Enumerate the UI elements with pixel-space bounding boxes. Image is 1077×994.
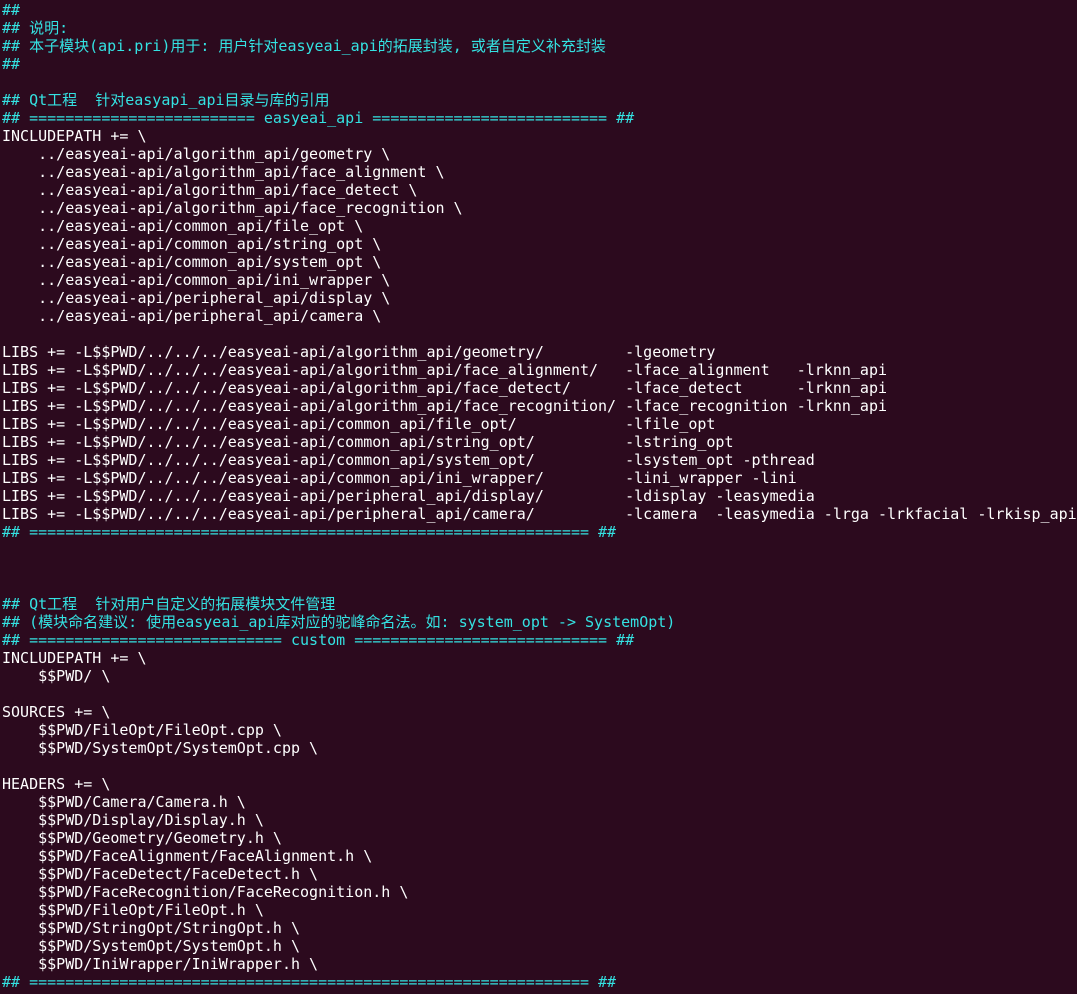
code-line: $$PWD/Camera/Camera.h \ (2, 793, 246, 811)
code-line: $$PWD/SystemOpt/SystemOpt.cpp \ (2, 739, 319, 757)
code-line: ../easyeai-api/common_api/file_opt \ (2, 217, 364, 235)
comment-line: ## 说明: (2, 19, 69, 37)
code-line: LIBS += -L$$PWD/../../../easyeai-api/alg… (2, 397, 888, 415)
comment-line: ## Qt工程 针对用户自定义的拓展模块文件管理 (2, 595, 336, 613)
code-line: $$PWD/Display/Display.h \ (2, 811, 264, 829)
code-line: HEADERS += \ (2, 775, 111, 793)
comment-line: ## (2, 1, 21, 19)
comment-line: ## (模块命名建议: 使用easyeai_api库对应的驼峰命名法。如: sy… (2, 613, 676, 631)
code-line: LIBS += -L$$PWD/../../../easyeai-api/alg… (2, 361, 888, 379)
code-line: $$PWD/FaceDetect/FaceDetect.h \ (2, 865, 319, 883)
code-line: ../easyeai-api/common_api/ini_wrapper \ (2, 271, 391, 289)
code-line: $$PWD/FaceRecognition/FaceRecognition.h … (2, 883, 409, 901)
code-line: $$PWD/ \ (2, 667, 111, 685)
code-line: ../easyeai-api/algorithm_api/face_detect… (2, 181, 418, 199)
code-line: LIBS += -L$$PWD/../../../easyeai-api/per… (2, 505, 1077, 523)
code-line: $$PWD/FileOpt/FileOpt.cpp \ (2, 721, 282, 739)
comment-line: ## ========================= easyeai_api… (2, 109, 635, 127)
comment-line: ## (2, 55, 21, 73)
code-line: ../easyeai-api/algorithm_api/face_recogn… (2, 199, 463, 217)
comment-line: ## =====================================… (2, 973, 617, 991)
code-line: $$PWD/SystemOpt/SystemOpt.h \ (2, 937, 301, 955)
comment-line: ## 本子模块(api.pri)用于: 用户针对easyeai_api的拓展封装… (2, 37, 606, 55)
code-line: ../easyeai-api/algorithm_api/geometry \ (2, 145, 391, 163)
code-line: LIBS += -L$$PWD/../../../easyeai-api/alg… (2, 343, 716, 361)
code-line: $$PWD/StringOpt/StringOpt.h \ (2, 919, 301, 937)
code-line: ../easyeai-api/common_api/string_opt \ (2, 235, 382, 253)
code-line: SOURCES += \ (2, 703, 111, 721)
code-line: LIBS += -L$$PWD/../../../easyeai-api/alg… (2, 379, 888, 397)
code-line: LIBS += -L$$PWD/../../../easyeai-api/com… (2, 451, 815, 469)
code-line: ../easyeai-api/algorithm_api/face_alignm… (2, 163, 445, 181)
text-editor-view[interactable]: ## ## 说明: ## 本子模块(api.pri)用于: 用户针对easyeai_… (2, 1, 1077, 994)
code-line: LIBS += -L$$PWD/../../../easyeai-api/com… (2, 415, 716, 433)
code-line: $$PWD/FaceAlignment/FaceAlignment.h \ (2, 847, 373, 865)
comment-line: ## =====================================… (2, 523, 617, 541)
code-line: LIBS += -L$$PWD/../../../easyeai-api/com… (2, 469, 797, 487)
code-line: LIBS += -L$$PWD/../../../easyeai-api/per… (2, 487, 815, 505)
code-line: ../easyeai-api/peripheral_api/display \ (2, 289, 391, 307)
code-line: $$PWD/IniWrapper/IniWrapper.h \ (2, 955, 319, 973)
code-line: ../easyeai-api/common_api/system_opt \ (2, 253, 382, 271)
code-line: $$PWD/FileOpt/FileOpt.h \ (2, 901, 264, 919)
code-line: ../easyeai-api/peripheral_api/camera \ (2, 307, 382, 325)
code-line: LIBS += -L$$PWD/../../../easyeai-api/com… (2, 433, 734, 451)
code-line: INCLUDEPATH += \ (2, 127, 147, 145)
code-line: $$PWD/Geometry/Geometry.h \ (2, 829, 282, 847)
comment-line: ## Qt工程 针对easyapi_api目录与库的引用 (2, 91, 330, 109)
comment-line: ## ============================ custom =… (2, 631, 635, 649)
code-line: INCLUDEPATH += \ (2, 649, 147, 667)
